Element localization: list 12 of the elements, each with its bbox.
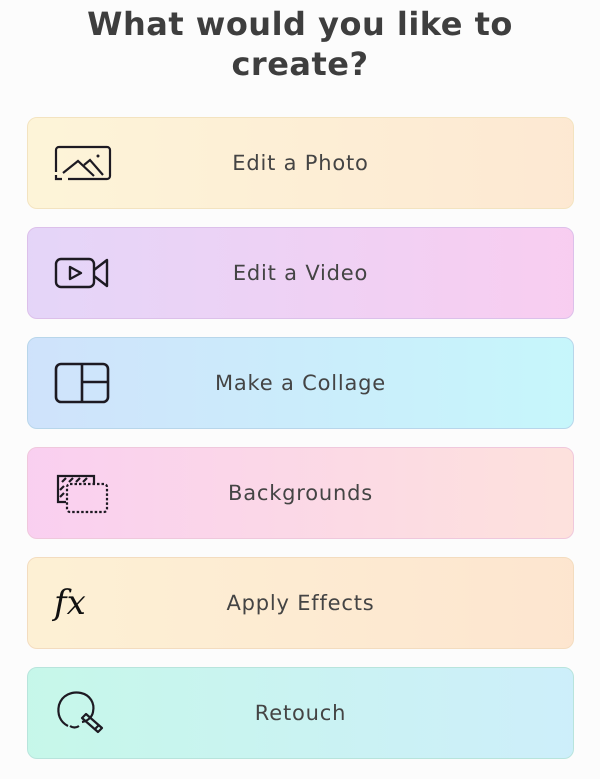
- option-button[interactable]: Edit a Photo: [27, 117, 574, 209]
- function-icon: fx: [54, 586, 86, 620]
- layout-grid-icon: [54, 362, 110, 404]
- option-button[interactable]: Backgrounds: [27, 447, 574, 539]
- option-button[interactable]: fx Apply Effects: [27, 557, 574, 649]
- video-camera-icon: [54, 257, 110, 289]
- page-title: What would you like to create?: [86, 4, 514, 84]
- option-button[interactable]: Edit a Video: [27, 227, 574, 319]
- option-button[interactable]: Make a Collage: [27, 337, 574, 429]
- option-button[interactable]: Retouch: [27, 667, 574, 759]
- image-icon: [54, 145, 112, 181]
- layers-icon: [54, 472, 110, 514]
